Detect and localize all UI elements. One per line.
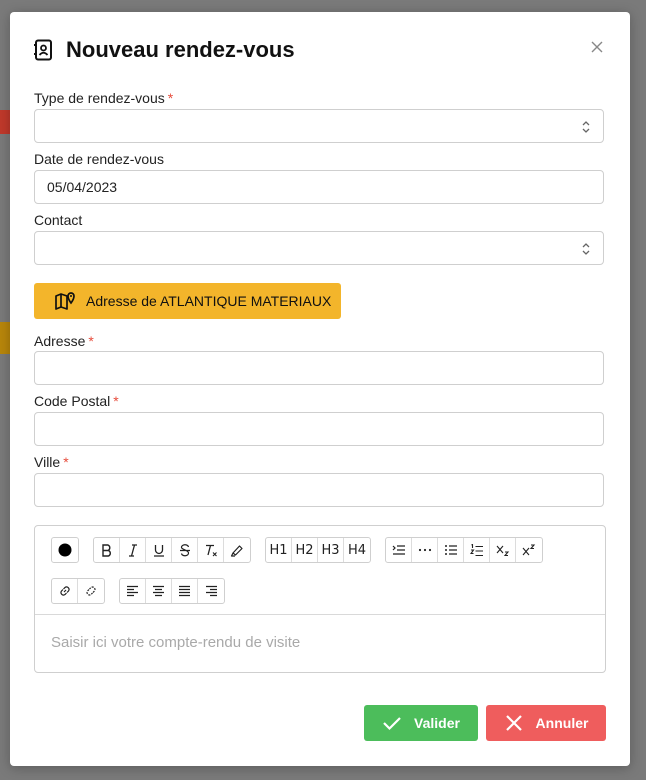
editor-placeholder[interactable]: Saisir ici votre compte-rendu de visite — [51, 634, 300, 651]
heading-3-button[interactable]: H3 — [318, 538, 344, 562]
link-icon — [59, 586, 70, 596]
horizontal-rule-button[interactable] — [412, 538, 438, 562]
superscript-button[interactable] — [516, 538, 542, 562]
ville-input[interactable] — [34, 473, 604, 507]
dialog-title: Nouveau rendez-vous — [66, 37, 295, 62]
bold-icon — [101, 543, 111, 557]
contact-book-icon — [34, 39, 54, 61]
editor-toolbar: H1 H2 H3 H4 — [35, 526, 605, 615]
text-color-button[interactable] — [52, 538, 78, 562]
align-right-button[interactable] — [198, 579, 224, 603]
highlight-button[interactable] — [224, 538, 250, 562]
more-dots-icon — [418, 548, 431, 552]
date-input-value: 05/04/2023 — [47, 179, 118, 195]
chevron-updown-icon — [582, 243, 590, 255]
type-label: Type de rendez-vous * — [34, 90, 174, 106]
required-mark: * — [167, 90, 174, 106]
blockquote-icon — [392, 545, 405, 555]
validate-button-label: Valider — [414, 715, 460, 731]
bold-button[interactable] — [94, 538, 120, 562]
adresse-label: Adresse * — [34, 333, 94, 349]
code-postal-input[interactable] — [34, 412, 604, 446]
italic-icon — [128, 543, 137, 557]
appointment-dialog: Nouveau rendez-vous Type de rendez-vous *… — [10, 12, 630, 766]
align-right-icon — [205, 585, 217, 597]
validate-button[interactable]: Valider — [364, 705, 478, 741]
chevron-updown-icon — [582, 121, 590, 133]
close-icon — [591, 41, 603, 53]
background-app-strip — [0, 110, 10, 134]
heading-group: H1 H2 H3 H4 — [265, 537, 371, 563]
cancel-button[interactable]: Annuler — [486, 705, 606, 741]
heading-1-button[interactable]: H1 — [266, 538, 292, 562]
date-label: Date de rendez-vous — [34, 151, 164, 167]
strikethrough-icon — [179, 543, 190, 556]
check-icon — [382, 713, 402, 733]
bullet-list-button[interactable] — [438, 538, 464, 562]
align-left-icon — [127, 585, 138, 597]
contact-select[interactable] — [34, 231, 604, 265]
link-group — [51, 578, 105, 604]
company-address-button-label: Adresse de ATLANTIQUE MATERIAUX — [86, 293, 332, 309]
color-group — [51, 537, 79, 563]
ville-label: Ville * — [34, 454, 69, 470]
color-dot-icon — [58, 543, 72, 557]
blockquote-button[interactable] — [386, 538, 412, 562]
adresse-input[interactable] — [34, 351, 604, 385]
italic-button[interactable] — [120, 538, 146, 562]
date-input[interactable]: 05/04/2023 — [34, 170, 604, 204]
close-button[interactable] — [588, 38, 606, 56]
required-mark: * — [63, 454, 69, 470]
dialog-header: Nouveau rendez-vous — [34, 34, 606, 66]
background-app-strip — [0, 322, 10, 354]
highlighter-icon — [230, 544, 243, 557]
underline-button[interactable] — [146, 538, 172, 562]
underline-icon — [153, 544, 164, 557]
required-mark: * — [88, 333, 94, 349]
required-mark: * — [113, 393, 119, 409]
close-icon — [504, 713, 524, 733]
clear-format-button[interactable] — [198, 538, 224, 562]
align-center-button[interactable] — [146, 579, 172, 603]
cancel-button-label: Annuler — [535, 715, 589, 731]
code-postal-label: Code Postal * — [34, 393, 119, 409]
type-select[interactable] — [34, 109, 604, 143]
company-address-button[interactable]: Adresse de ATLANTIQUE MATERIAUX — [34, 283, 341, 319]
visit-report-editor: H1 H2 H3 H4 Saisir ici votre compte-rend… — [34, 525, 606, 673]
align-group — [119, 578, 225, 604]
bullet-list-icon — [444, 545, 457, 555]
subscript-icon — [496, 545, 509, 556]
strikethrough-button[interactable] — [172, 538, 198, 562]
remove-link-button[interactable] — [78, 579, 104, 603]
heading-4-button[interactable]: H4 — [344, 538, 370, 562]
unlink-icon — [86, 586, 96, 596]
align-justify-button[interactable] — [172, 579, 198, 603]
ordered-list-button[interactable] — [464, 538, 490, 562]
clear-format-icon — [205, 544, 217, 556]
block-group — [385, 537, 543, 563]
subscript-button[interactable] — [490, 538, 516, 562]
align-justify-icon — [179, 585, 190, 597]
insert-link-button[interactable] — [52, 579, 78, 603]
align-left-button[interactable] — [120, 579, 146, 603]
map-pin-icon — [54, 290, 76, 312]
format-group — [93, 537, 251, 563]
contact-label: Contact — [34, 212, 83, 228]
superscript-icon — [522, 544, 536, 556]
heading-2-button[interactable]: H2 — [292, 538, 318, 562]
align-center-icon — [153, 585, 164, 597]
ordered-list-icon — [469, 543, 483, 556]
